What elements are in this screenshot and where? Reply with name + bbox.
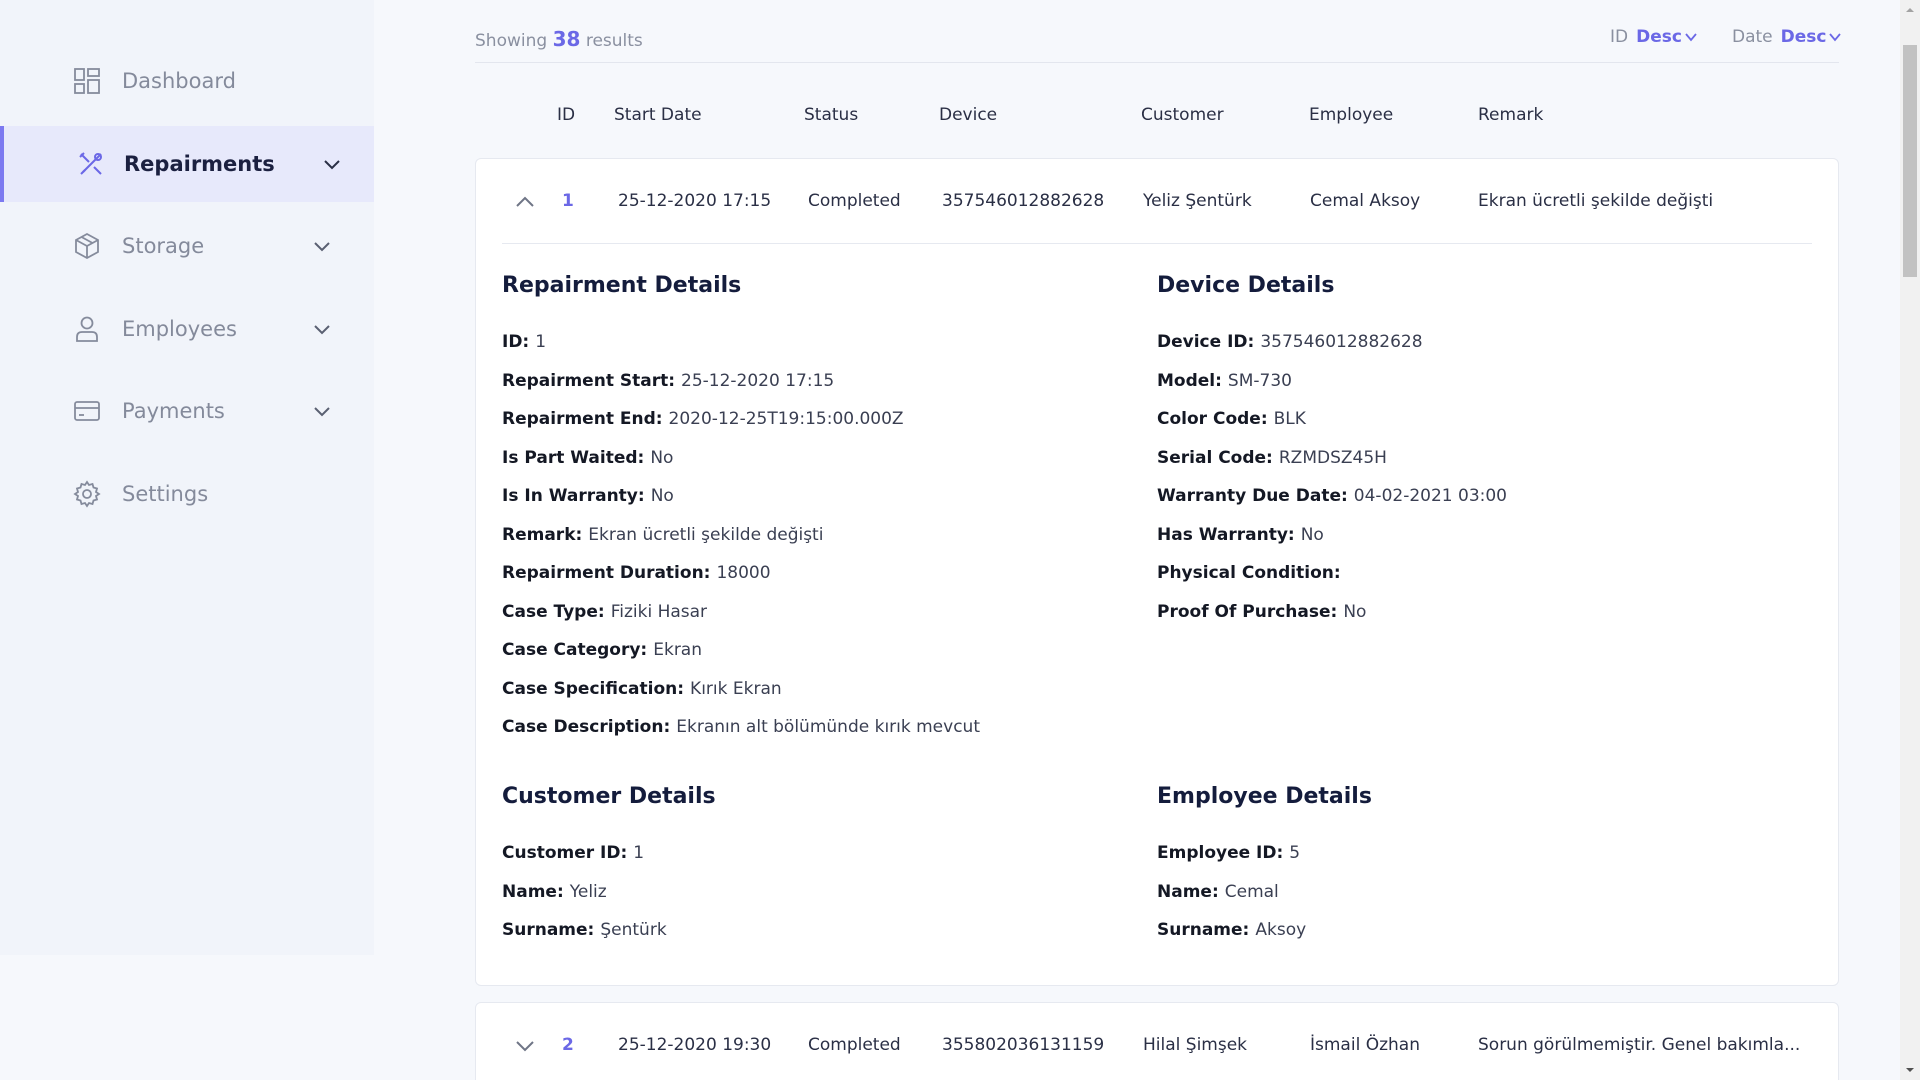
column-header-employee[interactable]: Employee xyxy=(1309,105,1393,125)
sidebar-item-employees[interactable]: Employees xyxy=(0,291,374,367)
detail-field: Color Code: BLK xyxy=(1157,409,1306,429)
detail-field: Physical Condition: xyxy=(1157,563,1341,583)
row-start-date: 25-12-2020 19:30 xyxy=(618,1035,772,1055)
results-prefix: Showing xyxy=(475,31,548,51)
sidebar-item-label: Storage xyxy=(122,234,205,258)
table-row[interactable]: 1 25-12-2020 17:15 Completed 35754601288… xyxy=(476,159,1840,243)
user-icon xyxy=(76,316,98,342)
chevron-down-icon[interactable] xyxy=(512,1033,538,1059)
detail-field: Serial Code: RZMDSZ45H xyxy=(1157,448,1387,468)
detail-field: Case Type: Fiziki Hasar xyxy=(502,602,708,622)
row-device: 355802036131159 xyxy=(942,1035,1105,1055)
detail-field: Customer ID: 1 xyxy=(502,843,645,863)
row-remark: Sorun görülmemiştir. Genel bakımla... xyxy=(1478,1035,1801,1055)
chevron-down-icon xyxy=(324,160,340,170)
row-status: Completed xyxy=(808,1035,901,1055)
detail-field: Case Description: Ekranın alt bölümünde k… xyxy=(502,717,980,737)
row-id: 1 xyxy=(562,191,574,211)
results-count: 38 xyxy=(552,27,581,51)
sidebar-item-label: Payments xyxy=(122,399,225,423)
chevron-down-icon xyxy=(314,325,330,335)
employee-details-title: Employee Details xyxy=(1157,784,1372,809)
sidebar-item-payments[interactable]: Payments xyxy=(0,373,374,449)
column-header-status[interactable]: Status xyxy=(804,105,858,125)
table-header: ID Start Date Status Device Customer Emp… xyxy=(475,105,1839,135)
repairment-card-collapsed: 2 25-12-2020 19:30 Completed 35580203613… xyxy=(475,1002,1839,1080)
table-row[interactable]: 2 25-12-2020 19:30 Completed 35580203613… xyxy=(476,1003,1840,1080)
box-icon xyxy=(75,232,99,260)
detail-field: Repairment Start: 25-12-2020 17:15 xyxy=(502,371,835,391)
detail-field: ID: 1 xyxy=(502,332,547,352)
dashboard-icon xyxy=(74,68,100,94)
row-status: Completed xyxy=(808,191,901,211)
scroll-down-arrow-icon[interactable] xyxy=(1900,1060,1920,1080)
chevron-down-icon xyxy=(1829,33,1842,42)
detail-field: Device ID: 357546012882628 xyxy=(1157,332,1423,352)
device-details-title: Device Details xyxy=(1157,273,1335,298)
row-employee: Cemal Aksoy xyxy=(1310,191,1421,211)
row-start-date: 25-12-2020 17:15 xyxy=(618,191,772,211)
sidebar-item-storage[interactable]: Storage xyxy=(0,208,374,284)
detail-field: Model: SM-730 xyxy=(1157,371,1292,391)
credit-card-icon xyxy=(74,401,100,421)
sidebar-item-settings[interactable]: Settings xyxy=(0,456,374,532)
scrollbar-thumb[interactable] xyxy=(1903,45,1917,277)
row-employee: İsmail Özhan xyxy=(1310,1035,1420,1055)
detail-field: Surname: Şentürk xyxy=(502,920,667,940)
detail-field: Repairment Duration: 18000 xyxy=(502,563,771,583)
column-header-remark[interactable]: Remark xyxy=(1478,105,1543,125)
detail-field: Is In Warranty: No xyxy=(502,486,674,506)
detail-field: Employee ID: 5 xyxy=(1157,843,1301,863)
sort-id-value: Desc xyxy=(1636,27,1682,47)
sidebar-item-label: Repairments xyxy=(124,152,275,176)
sort-date-value: Desc xyxy=(1780,27,1827,47)
repairment-card-expanded: 1 25-12-2020 17:15 Completed 35754601288… xyxy=(475,158,1839,986)
tools-icon xyxy=(79,152,102,175)
column-header-start-date[interactable]: Start Date xyxy=(614,105,702,125)
chevron-down-icon xyxy=(314,407,330,417)
detail-field: Case Specification: Kırık Ekran xyxy=(502,679,782,699)
detail-field: Has Warranty: No xyxy=(1157,525,1324,545)
row-customer: Yeliz Şentürk xyxy=(1143,191,1252,211)
detail-field: Surname: Aksoy xyxy=(1157,920,1307,940)
sidebar-item-label: Settings xyxy=(122,482,209,506)
detail-field: Name: Yeliz xyxy=(502,882,607,902)
divider xyxy=(502,243,1812,244)
detail-field: Remark: Ekran ücretli şekilde değişti xyxy=(502,525,824,545)
sidebar: Dashboard Repairments Storage Employees … xyxy=(0,0,374,955)
detail-field: Name: Cemal xyxy=(1157,882,1279,902)
gear-icon xyxy=(73,480,101,508)
sidebar-item-label: Employees xyxy=(122,317,237,341)
customer-details-title: Customer Details xyxy=(502,784,716,809)
chevron-up-icon[interactable] xyxy=(512,189,538,215)
column-header-device[interactable]: Device xyxy=(939,105,997,125)
sort-date-control[interactable]: Date Desc xyxy=(1732,27,1842,47)
sort-id-control[interactable]: ID Desc xyxy=(1610,27,1698,47)
repairment-details-title: Repairment Details xyxy=(502,273,742,298)
vertical-scrollbar[interactable] xyxy=(1900,0,1920,1080)
sort-date-label: Date xyxy=(1732,27,1773,47)
detail-field: Is Part Waited: No xyxy=(502,448,674,468)
results-summary: Showing 38 results xyxy=(475,27,643,51)
sidebar-item-dashboard[interactable]: Dashboard xyxy=(0,43,374,119)
row-customer: Hilal Şimşek xyxy=(1143,1035,1248,1055)
detail-field: Case Category: Ekran xyxy=(502,640,703,660)
column-header-id[interactable]: ID xyxy=(557,105,575,125)
detail-field: Proof Of Purchase: No xyxy=(1157,602,1367,622)
scroll-up-arrow-icon[interactable] xyxy=(1900,0,1920,20)
chevron-down-icon xyxy=(1685,33,1697,42)
row-id: 2 xyxy=(562,1035,574,1055)
row-device: 357546012882628 xyxy=(942,191,1105,211)
detail-field: Repairment End: 2020-12-25T19:15:00.000Z xyxy=(502,409,904,429)
chevron-down-icon xyxy=(314,242,330,252)
sidebar-item-repairments[interactable]: Repairments xyxy=(0,126,374,202)
results-toolbar: Showing 38 results ID Desc Date Desc xyxy=(475,0,1842,63)
column-header-customer[interactable]: Customer xyxy=(1141,105,1224,125)
results-suffix: results xyxy=(585,31,643,51)
sidebar-item-label: Dashboard xyxy=(122,69,236,93)
detail-field: Warranty Due Date: 04-02-2021 03:00 xyxy=(1157,486,1507,506)
sort-id-label: ID xyxy=(1610,27,1629,47)
row-remark: Ekran ücretli şekilde değişti xyxy=(1478,191,1714,211)
